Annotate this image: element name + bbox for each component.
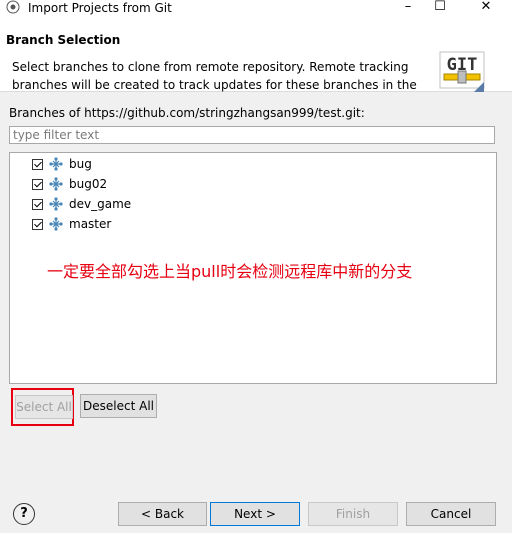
help-icon[interactable]: ?	[13, 503, 35, 525]
finish-button[interactable]: Finish	[308, 502, 398, 526]
branch-name: bug02	[69, 177, 108, 191]
git-branch-icon	[49, 197, 63, 211]
next-button[interactable]: Next >	[210, 502, 300, 526]
maximize-button[interactable]: ☐	[420, 0, 460, 16]
window-title: Import Projects from Git	[28, 1, 172, 15]
close-button[interactable]: ✕	[466, 0, 506, 16]
branch-name: master	[69, 217, 112, 231]
git-branch-icon	[49, 157, 63, 171]
branch-checkbox[interactable]	[32, 218, 43, 230]
cancel-button[interactable]: Cancel	[406, 502, 496, 526]
git-logo-icon: GIT	[439, 51, 485, 92]
branch-checkbox[interactable]	[32, 198, 43, 210]
list-item[interactable]: master	[32, 215, 111, 233]
branches-label: Branches of https://github.com/stringzha…	[9, 106, 365, 120]
page-description: Select branches to clone from remote rep…	[12, 60, 417, 92]
list-item[interactable]: dev_game	[32, 195, 131, 213]
filter-input[interactable]	[9, 126, 495, 144]
wizard-header: Branch Selection Select branches to clon…	[0, 16, 512, 92]
title-bar: Import Projects from Git – ☐ ✕	[0, 0, 512, 16]
branch-name: dev_game	[69, 197, 132, 211]
branch-checkbox[interactable]	[32, 158, 43, 170]
deselect-all-button[interactable]: Deselect All	[80, 394, 157, 418]
page-title: Branch Selection	[6, 33, 121, 47]
git-branch-icon	[49, 217, 63, 231]
git-branch-icon	[49, 177, 63, 191]
select-all-button[interactable]: Select All	[15, 395, 73, 419]
annotation-text: 一定要全部勾选上当pull时会检测远程库中新的分支	[47, 262, 413, 281]
back-button[interactable]: < Back	[118, 502, 207, 526]
branch-checkbox[interactable]	[32, 178, 43, 190]
list-item[interactable]: bug	[32, 155, 92, 173]
list-item[interactable]: bug02	[32, 175, 107, 193]
eclipse-icon	[6, 0, 20, 14]
branch-name: bug	[69, 157, 92, 171]
